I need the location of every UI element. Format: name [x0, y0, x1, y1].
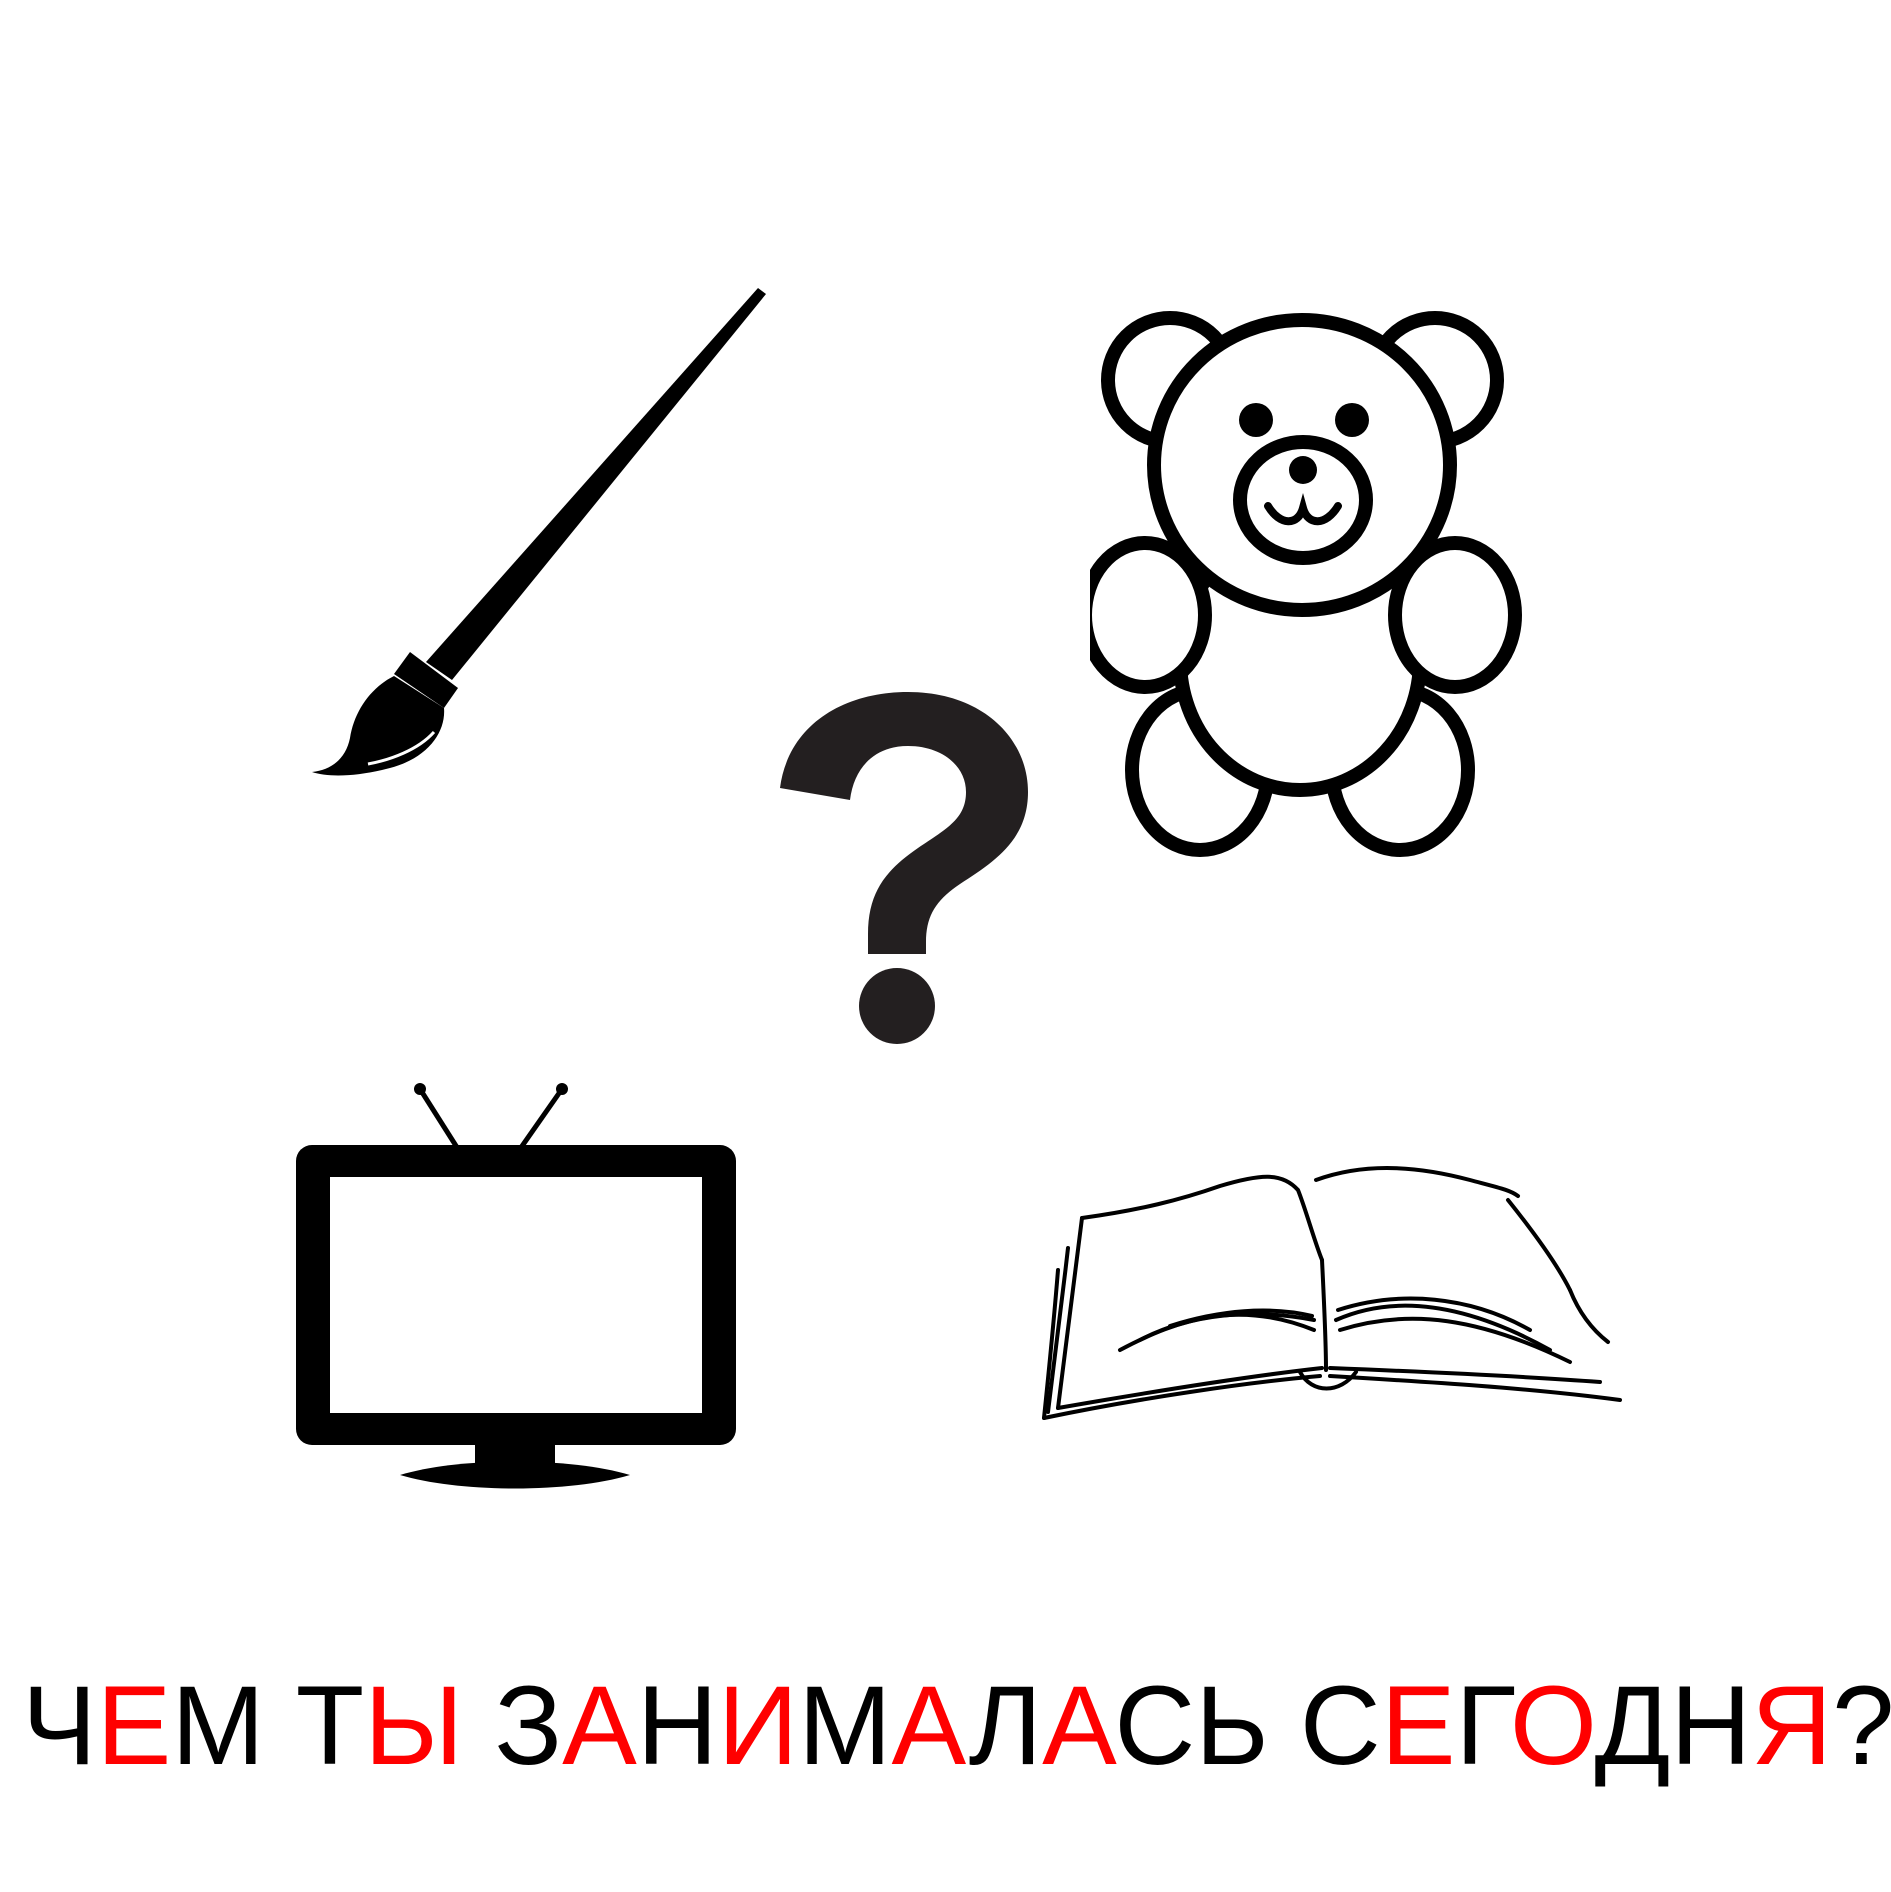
- caption-text-segment: М Т: [171, 1663, 365, 1788]
- caption-question: ЧЕМ ТЫ ЗАНИМАЛАСЬ СЕГОДНЯ?: [22, 1670, 1891, 1782]
- caption-text-segment: М: [798, 1663, 892, 1788]
- caption-text-segment: Г: [1455, 1663, 1510, 1788]
- caption-highlight-letter: А: [562, 1663, 637, 1788]
- caption-highlight-letter: И: [717, 1663, 799, 1788]
- caption-highlight-letter: Ы: [364, 1663, 464, 1788]
- question-mark-icon: [780, 692, 1028, 1044]
- caption-text-segment: ДН: [1594, 1663, 1752, 1788]
- paintbrush-icon: [312, 288, 766, 776]
- caption-text-segment: ?: [1832, 1663, 1891, 1788]
- caption-highlight-letter: А: [891, 1663, 969, 1788]
- caption-text-segment: СЬ С: [1114, 1663, 1381, 1788]
- open-book-icon: [1042, 1166, 1622, 1420]
- caption-highlight-letter: О: [1509, 1663, 1595, 1788]
- caption-text-segment: З: [463, 1663, 563, 1788]
- caption-highlight-letter: Е: [96, 1663, 172, 1788]
- caption-highlight-letter: А: [1042, 1663, 1115, 1788]
- caption-text-segment: Ч: [22, 1663, 97, 1788]
- caption-highlight-letter: Е: [1380, 1663, 1456, 1788]
- caption-highlight-letter: Я: [1751, 1663, 1833, 1788]
- caption-text-segment: Л: [968, 1663, 1043, 1788]
- caption-text-segment: Н: [636, 1663, 718, 1788]
- tv-icon: [296, 1083, 736, 1489]
- teddy-bear-icon: [1090, 311, 1522, 857]
